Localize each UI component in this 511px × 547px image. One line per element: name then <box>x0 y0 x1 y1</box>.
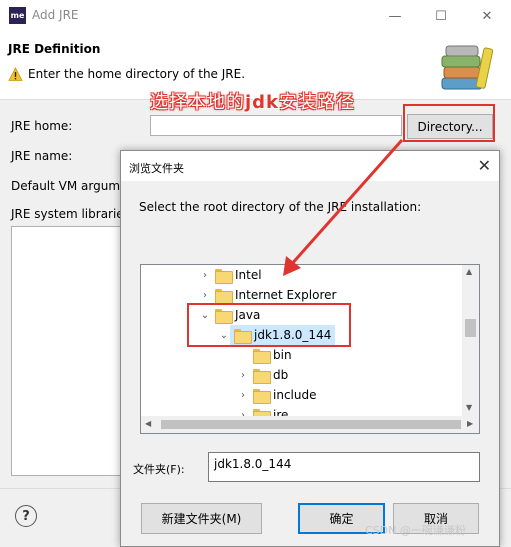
folder-icon <box>215 268 233 284</box>
tree-item-bin[interactable]: bin <box>237 345 292 365</box>
folder-icon <box>215 288 233 304</box>
dialog-close-button[interactable]: ✕ <box>478 156 491 175</box>
chevron-right-icon[interactable]: › <box>237 365 249 385</box>
tree-vertical-scrollbar[interactable]: ▲ ▼ <box>462 265 479 416</box>
system-libraries-list[interactable] <box>11 226 121 476</box>
eclipse-app-icon: me <box>9 7 26 24</box>
jre-home-label: JRE home: <box>11 119 73 133</box>
annotation-text: 选择本地的jdk安装路径 <box>150 88 355 114</box>
horizontal-scroll-thumb[interactable] <box>161 420 461 429</box>
annotation-prefix: 选择本地的 <box>150 92 245 113</box>
watermark: CSDN @一碗谦谦粉 <box>365 524 466 537</box>
jre-home-input[interactable] <box>150 115 402 136</box>
warning-icon <box>8 67 23 81</box>
help-icon[interactable]: ? <box>15 505 37 527</box>
folder-input[interactable]: jdk1.8.0_144 <box>208 452 480 482</box>
browse-folder-dialog: 浏览文件夹 ✕ Select the root directory of the… <box>120 150 500 547</box>
dialog-prompt: Select the root directory of the JRE ins… <box>139 200 422 214</box>
dialog-title-bar: 浏览文件夹 ✕ <box>121 151 499 181</box>
scroll-down-icon[interactable]: ▼ <box>466 403 472 412</box>
folder-tree[interactable]: › Intel › Internet Explorer ⌄ Java ⌄ jdk… <box>140 264 480 434</box>
tree-item-intel[interactable]: › Intel <box>199 265 262 285</box>
vertical-scroll-thumb[interactable] <box>465 319 476 337</box>
vm-arguments-label: Default VM argume <box>11 179 128 193</box>
add-jre-window: me Add JRE — ☐ ✕ JRE Definition Enter th… <box>0 0 511 547</box>
tree-item-label: Intel <box>235 268 262 282</box>
new-folder-button[interactable]: 新建文件夹(M) <box>141 503 262 534</box>
folder-icon <box>253 388 271 404</box>
tree-item-include[interactable]: › include <box>237 385 316 405</box>
scroll-right-icon[interactable]: ▶ <box>467 419 473 428</box>
annotation-bold: jdk <box>245 92 280 113</box>
window-title: Add JRE <box>32 8 79 22</box>
system-libraries-label: JRE system librarie <box>11 207 124 221</box>
chevron-right-icon[interactable]: › <box>199 285 211 305</box>
scroll-left-icon[interactable]: ◀ <box>145 419 151 428</box>
jdk-highlight-box <box>187 303 351 347</box>
header-message: Enter the home directory of the JRE. <box>28 67 246 81</box>
dialog-title: 浏览文件夹 <box>129 162 184 175</box>
annotation-suffix: 安装路径 <box>279 92 356 113</box>
tree-item-label: include <box>273 388 317 402</box>
library-books-icon <box>441 45 494 90</box>
jre-name-label: JRE name: <box>11 149 73 163</box>
tree-horizontal-scrollbar[interactable]: ◀ ▶ <box>141 416 479 433</box>
title-bar: me Add JRE — ☐ ✕ <box>0 0 511 32</box>
tree-item-label: Internet Explorer <box>235 288 337 302</box>
close-button[interactable]: ✕ <box>472 4 502 28</box>
folder-icon <box>253 348 271 364</box>
chevron-right-icon[interactable]: › <box>199 265 211 285</box>
tree-item-label: db <box>273 368 289 382</box>
tree-item-internet-explorer[interactable]: › Internet Explorer <box>199 285 336 305</box>
minimize-button[interactable]: — <box>380 4 410 28</box>
scroll-up-icon[interactable]: ▲ <box>466 267 472 276</box>
directory-highlight-box <box>403 104 495 142</box>
maximize-button[interactable]: ☐ <box>426 4 456 28</box>
folder-field-label: 文件夹(F): <box>133 463 185 476</box>
tree-item-label: bin <box>273 348 292 362</box>
header-title: JRE Definition <box>8 42 101 56</box>
folder-icon <box>253 368 271 384</box>
tree-item-db[interactable]: › db <box>237 365 288 385</box>
chevron-right-icon[interactable]: › <box>237 385 249 405</box>
